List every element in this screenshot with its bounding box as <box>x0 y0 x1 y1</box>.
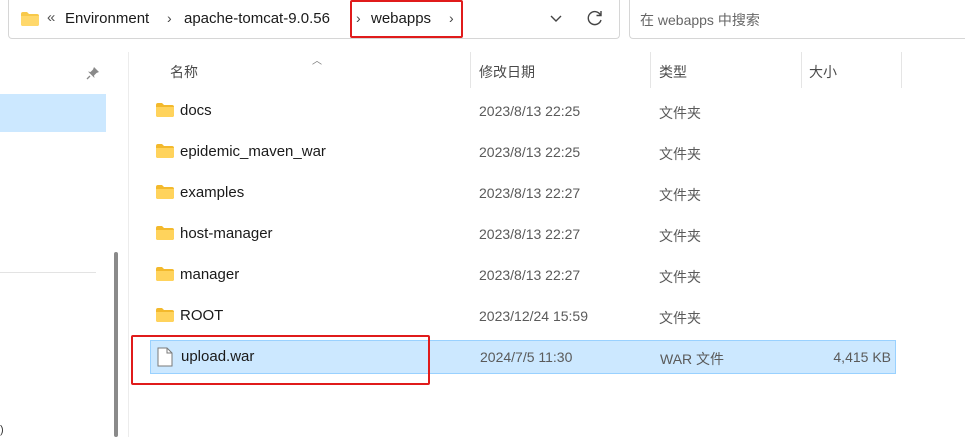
breadcrumb-item-tomcat[interactable]: apache-tomcat-9.0.56 <box>184 10 330 27</box>
list-item[interactable]: docs 2023/8/13 22:25 文件夹 <box>150 95 896 128</box>
file-size: 4,415 KB <box>833 349 891 365</box>
nav-scrollbar[interactable] <box>114 252 118 437</box>
file-modified: 2023/8/13 22:27 <box>479 226 581 242</box>
file-type: WAR 文件 <box>660 351 725 367</box>
folder-icon <box>156 267 174 281</box>
column-type[interactable]: 类型 <box>659 62 687 82</box>
chevron-right-icon[interactable]: › <box>449 10 454 26</box>
folder-icon <box>156 226 174 240</box>
file-name[interactable]: manager <box>180 266 239 283</box>
column-header: ︿ 名称 修改日期 类型 大小 <box>150 52 902 88</box>
refresh-icon[interactable] <box>585 8 605 28</box>
folder-icon <box>156 308 174 322</box>
file-modified: 2023/8/13 22:25 <box>479 103 581 119</box>
breadcrumb-item-webapps[interactable]: webapps <box>371 10 431 27</box>
file-type: 文件夹 <box>659 228 701 244</box>
file-type: 文件夹 <box>659 105 701 121</box>
column-divider[interactable] <box>901 52 902 88</box>
chevron-right-icon[interactable]: › <box>167 10 172 26</box>
folder-icon <box>156 185 174 199</box>
file-modified: 2024/7/5 11:30 <box>480 349 573 365</box>
list-item[interactable]: epidemic_maven_war 2023/8/13 22:25 文件夹 <box>150 136 896 169</box>
address-bar[interactable]: « Environment › apache-tomcat-9.0.56 › w… <box>8 0 620 39</box>
file-modified: 2023/8/13 22:27 <box>479 267 581 283</box>
pane-divider[interactable] <box>128 52 129 437</box>
file-name[interactable]: epidemic_maven_war <box>180 143 326 160</box>
column-divider[interactable] <box>470 52 471 88</box>
list-item[interactable]: host-manager 2023/8/13 22:27 文件夹 <box>150 218 896 251</box>
file-name[interactable]: examples <box>180 184 244 201</box>
column-divider[interactable] <box>650 52 651 88</box>
list-item[interactable]: examples 2023/8/13 22:27 文件夹 <box>150 177 896 210</box>
list-item[interactable]: manager 2023/8/13 22:27 文件夹 <box>150 259 896 292</box>
nav-item-selected[interactable] <box>0 94 106 132</box>
file-type: 文件夹 <box>659 310 701 326</box>
file-type: 文件夹 <box>659 187 701 203</box>
column-size[interactable]: 大小 <box>809 62 837 82</box>
folder-icon <box>156 144 174 158</box>
column-name[interactable]: 名称 <box>170 62 198 82</box>
file-name[interactable]: upload.war <box>181 348 254 365</box>
folder-icon <box>156 103 174 117</box>
search-box[interactable] <box>629 0 965 39</box>
file-type: 文件夹 <box>659 269 701 285</box>
search-input[interactable] <box>638 9 942 31</box>
file-name[interactable]: host-manager <box>180 225 273 242</box>
file-modified: 2023/8/13 22:27 <box>479 185 581 201</box>
pin-icon[interactable] <box>86 66 100 80</box>
folder-icon <box>21 12 39 26</box>
breadcrumb-item-environment[interactable]: Environment <box>65 10 149 27</box>
list-item[interactable]: ROOT 2023/12/24 15:59 文件夹 <box>150 300 896 333</box>
file-modified: 2023/8/13 22:25 <box>479 144 581 160</box>
column-modified[interactable]: 修改日期 <box>479 62 535 82</box>
column-divider[interactable] <box>801 52 802 88</box>
file-modified: 2023/12/24 15:59 <box>479 308 588 324</box>
file-name[interactable]: ROOT <box>180 307 223 324</box>
nav-divider <box>0 272 96 273</box>
chevron-down-icon[interactable] <box>549 11 563 25</box>
breadcrumb-overflow[interactable]: « <box>47 9 55 26</box>
file-icon <box>157 347 173 367</box>
nav-item-label[interactable]: ) <box>0 424 4 436</box>
navigation-pane[interactable]: ) <box>0 52 107 437</box>
file-name[interactable]: docs <box>180 102 212 119</box>
sort-ascending-icon: ︿ <box>312 56 322 67</box>
list-item-selected[interactable]: upload.war 2024/7/5 11:30 WAR 文件 4,415 K… <box>150 340 896 374</box>
file-type: 文件夹 <box>659 146 701 162</box>
chevron-right-icon[interactable]: › <box>356 10 361 26</box>
